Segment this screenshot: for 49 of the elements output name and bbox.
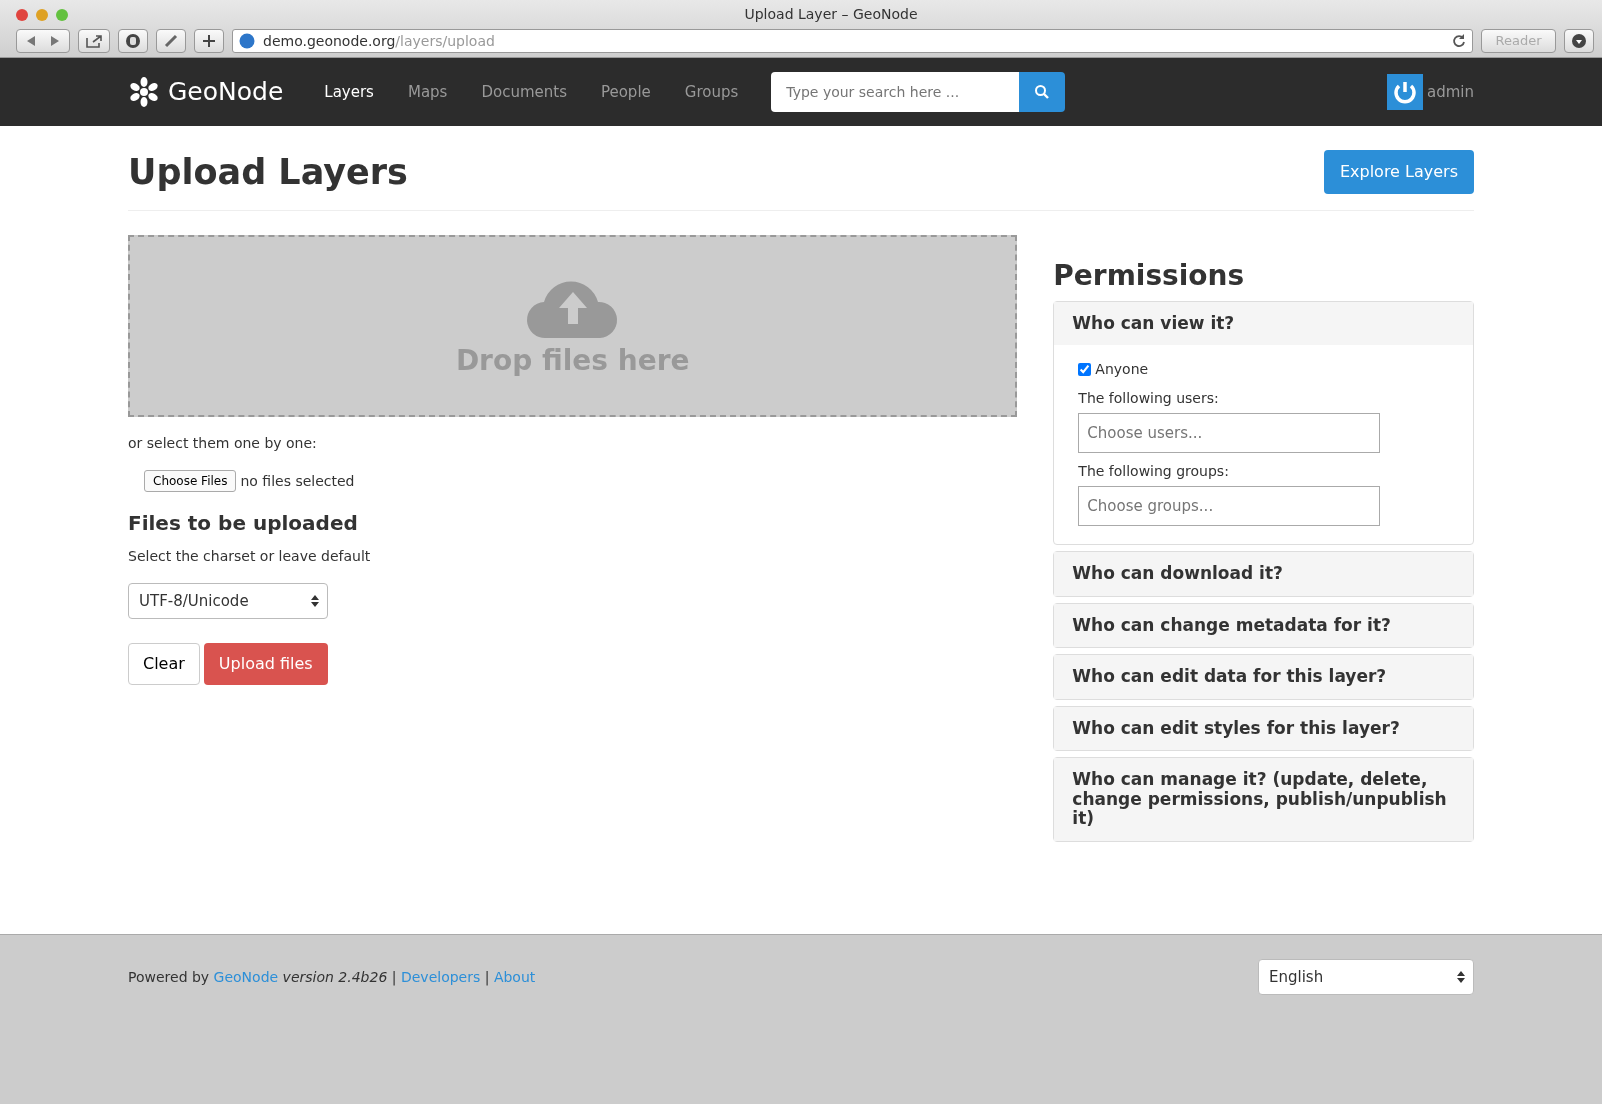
- page-title: Upload Layers: [128, 151, 408, 193]
- field-label: The following users:: [1078, 389, 1220, 409]
- choose-files-button[interactable]: Choose Files: [144, 470, 237, 492]
- nav-link[interactable]: Maps: [390, 80, 465, 104]
- charset-hint: Select the charset or leave default: [128, 547, 372, 566]
- upload-files-button[interactable]: Upload files: [203, 643, 328, 685]
- updown-icon: [311, 595, 319, 607]
- section-heading: Files to be uploaded: [128, 510, 359, 537]
- select-hint: or select them one by one:: [128, 434, 318, 453]
- groups-field[interactable]: Choose groups...: [1078, 486, 1381, 527]
- search-icon: [1034, 84, 1051, 100]
- nav-link[interactable]: People: [583, 80, 668, 104]
- share-icon: [85, 34, 103, 48]
- checkbox-label: Anyone: [1095, 360, 1149, 380]
- nav-link[interactable]: Groups: [667, 80, 756, 104]
- globe-icon: [239, 33, 255, 49]
- permissions-heading: Permissions: [1053, 259, 1246, 293]
- brand-name[interactable]: GeoNode: [168, 73, 284, 111]
- back-forward-button[interactable]: [16, 29, 70, 53]
- updown-icon: [1457, 971, 1465, 983]
- nav-link[interactable]: Layers: [307, 80, 391, 104]
- users-field[interactable]: Choose users...: [1078, 413, 1381, 454]
- file-status: no files selected: [240, 471, 355, 491]
- nav-link[interactable]: Documents: [464, 80, 584, 104]
- user-link[interactable]: admin: [1427, 80, 1474, 104]
- language-select[interactable]: English: [1258, 959, 1474, 995]
- download-icon[interactable]: [1564, 29, 1594, 53]
- anyone-checkbox[interactable]: [1078, 363, 1092, 377]
- reload-icon[interactable]: [1452, 34, 1466, 48]
- panel-header[interactable]: Who can manage it? (update, delete, change permissions, publish/unpublish it): [1054, 758, 1473, 841]
- plus-icon: [203, 35, 215, 47]
- window-title: Upload Layer – GeoNode: [744, 6, 918, 22]
- footer-text: Powered by GeoNode version 2.4b26 | Developers | About: [128, 968, 536, 988]
- search-button[interactable]: [1019, 72, 1066, 112]
- panel-header[interactable]: Who can view it?: [1054, 301, 1473, 346]
- logo-icon: [128, 76, 160, 108]
- clear-button[interactable]: Clear: [128, 643, 200, 685]
- panel-header[interactable]: Who can edit data for this layer?: [1054, 655, 1473, 699]
- panel-header[interactable]: Who can edit styles for this layer?: [1054, 706, 1473, 751]
- share-button[interactable]: [78, 29, 110, 53]
- new-tab-button[interactable]: [194, 29, 224, 53]
- panel-header[interactable]: Who can change metadata for it?: [1054, 603, 1473, 648]
- field-label: The following groups:: [1078, 462, 1230, 482]
- charset-select[interactable]: UTF-8/Unicode: [128, 583, 328, 619]
- search-field[interactable]: Type your search here ...: [771, 72, 1020, 112]
- power-icon: [1387, 74, 1423, 110]
- close-button[interactable]: [16, 8, 28, 21]
- address-bar[interactable]: demo.geonode.org/layers/upload: [232, 29, 1473, 53]
- panel-header[interactable]: Who can download it?: [1054, 552, 1473, 596]
